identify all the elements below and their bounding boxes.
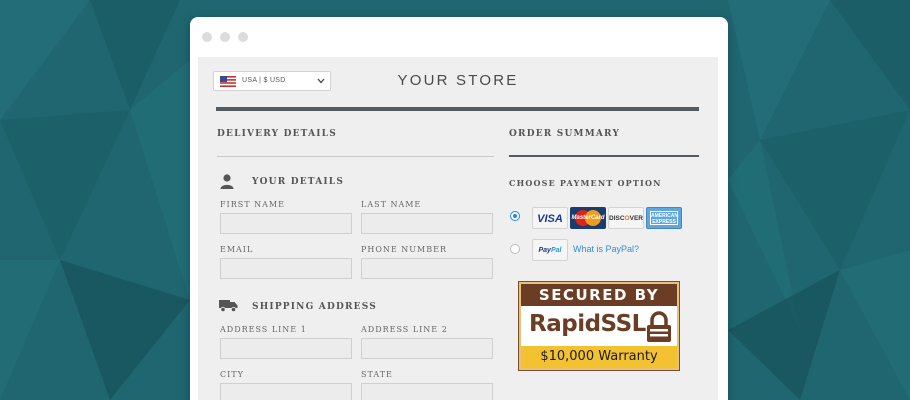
padlock-icon bbox=[647, 311, 671, 342]
delivery-details-title: DELIVERY DETAILS bbox=[217, 129, 337, 139]
email-input[interactable] bbox=[220, 258, 352, 279]
shipping-address-title: SHIPPING ADDRESS bbox=[252, 302, 377, 312]
your-details-title: YOUR DETAILS bbox=[252, 177, 345, 187]
paypal-payment-radio[interactable] bbox=[510, 244, 520, 254]
email-label: EMAIL bbox=[220, 245, 254, 254]
user-icon bbox=[220, 174, 234, 189]
amex-label: AMERICAN EXPRESS bbox=[650, 211, 678, 225]
truck-icon bbox=[219, 300, 238, 312]
address-line-1-label: ADDRESS LINE 1 bbox=[220, 325, 307, 334]
phone-number-input[interactable] bbox=[361, 258, 493, 279]
address-line-2-label: ADDRESS LINE 2 bbox=[361, 325, 448, 334]
state-label: STATE bbox=[361, 370, 393, 379]
amex-card-icon: AMERICAN EXPRESS bbox=[646, 207, 682, 229]
discover-label-b: VER bbox=[629, 215, 643, 222]
discover-card-icon: DISCOVER bbox=[608, 207, 644, 229]
header-divider bbox=[216, 107, 699, 111]
discover-label-a: DISC bbox=[609, 215, 625, 222]
first-name-input[interactable] bbox=[220, 213, 352, 234]
city-label: CITY bbox=[220, 370, 244, 379]
state-input[interactable] bbox=[361, 383, 493, 400]
order-summary-divider bbox=[509, 155, 699, 157]
browser-window: USA | $ USD YOUR STORE DELIVERY DETAILS … bbox=[190, 17, 728, 400]
rapidssl-badge: SECURED BY RapidSSL. $10,000 Warranty bbox=[518, 281, 680, 371]
city-input[interactable] bbox=[220, 383, 352, 400]
card-payment-radio[interactable] bbox=[510, 211, 520, 221]
paypal-label-a: Pay bbox=[538, 247, 551, 254]
visa-card-icon: VISA bbox=[532, 207, 568, 229]
visa-card-label: VISA bbox=[537, 213, 563, 225]
delivery-divider bbox=[217, 156, 494, 157]
payment-option-title: CHOOSE PAYMENT OPTION bbox=[509, 178, 662, 188]
ssl-secured-by-text: SECURED BY bbox=[521, 284, 677, 306]
mastercard-label: MasterCard bbox=[571, 215, 605, 221]
what-is-paypal-link[interactable]: What is PayPal? bbox=[573, 244, 639, 254]
address-line-1-input[interactable] bbox=[220, 338, 352, 359]
order-summary-title: ORDER SUMMARY bbox=[509, 129, 621, 139]
phone-number-label: PHONE NUMBER bbox=[361, 245, 447, 254]
paypal-label-b: Pal bbox=[550, 247, 562, 254]
store-title: YOUR STORE bbox=[397, 72, 519, 89]
mastercard-icon: MasterCard bbox=[570, 207, 606, 229]
maximize-dot-icon[interactable] bbox=[238, 32, 248, 42]
ssl-brand-area: RapidSSL. bbox=[521, 306, 677, 346]
checkout-page: USA | $ USD YOUR STORE DELIVERY DETAILS … bbox=[198, 57, 718, 400]
minimize-dot-icon[interactable] bbox=[220, 32, 230, 42]
paypal-icon: PayPal bbox=[532, 239, 568, 261]
last-name-input[interactable] bbox=[361, 213, 493, 234]
ssl-brand-text: RapidSSL. bbox=[529, 311, 655, 337]
first-name-label: FIRST NAME bbox=[220, 200, 285, 209]
ssl-warranty-text: $10,000 Warranty bbox=[521, 346, 677, 368]
last-name-label: LAST NAME bbox=[361, 200, 422, 209]
address-line-2-input[interactable] bbox=[361, 338, 493, 359]
close-dot-icon[interactable] bbox=[202, 32, 212, 42]
